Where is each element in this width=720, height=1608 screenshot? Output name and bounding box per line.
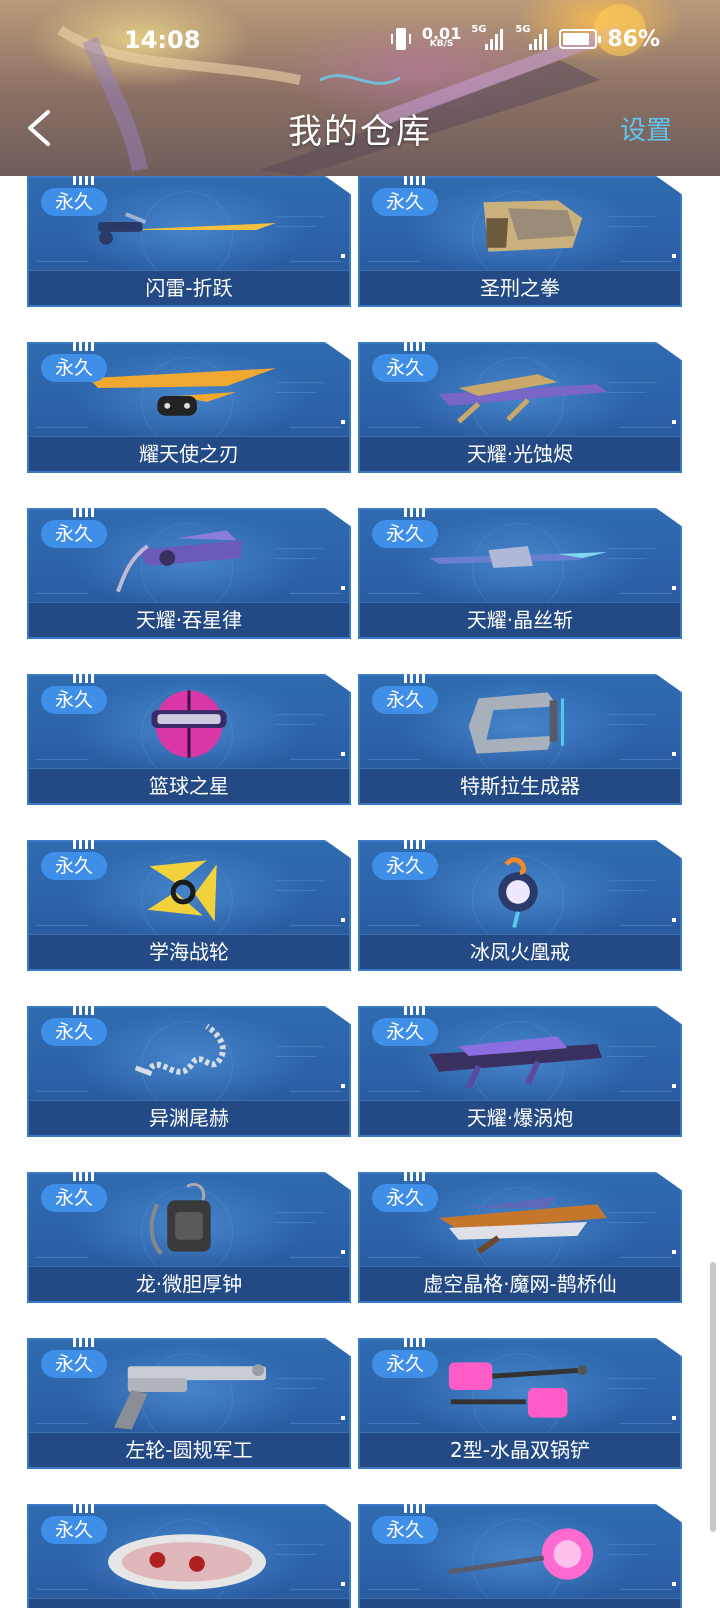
permanent-badge: 永久 (41, 1350, 108, 1378)
card-corner-mark (341, 1416, 345, 1420)
permanent-badge: 永久 (41, 852, 108, 880)
item-name: 天耀·晶丝斩 (360, 602, 680, 637)
item-name: 2型-水晶双锅铲 (360, 1432, 680, 1467)
item-card[interactable]: 永久天耀·晶丝斩 (358, 508, 682, 639)
page-title: 我的仓库 (288, 112, 432, 152)
item-name (360, 1598, 680, 1608)
card-corner-mark (672, 254, 676, 258)
item-card[interactable]: 永久异渊尾赫 (27, 1006, 351, 1137)
card-corner-mark (672, 1250, 676, 1254)
warehouse-grid: 永久 闪雷-折跃 永久 圣刑之拳 永久 耀天使之刃 永久 天耀·光蚀烬 永久 天耀·吞星律 永久 天耀… (0, 176, 720, 1608)
item-name (29, 1598, 349, 1608)
item-name: 天耀·光蚀烬 (360, 436, 680, 471)
permanent-badge: 永久 (372, 1018, 439, 1046)
item-card[interactable]: 永久特斯拉生成器 (358, 674, 682, 805)
net-speed-unit: KB/S (429, 39, 454, 49)
permanent-badge: 永久 (372, 1516, 439, 1544)
item-card[interactable]: 永久天耀·爆涡炮 (358, 1006, 682, 1137)
item-name: 圣刑之拳 (360, 270, 680, 305)
item-card[interactable]: 永久学海战轮 (27, 840, 351, 971)
status-icons: 0.01 KB/S 5G 5G 86% (390, 24, 660, 52)
vibrate-icon (390, 28, 411, 50)
item-card[interactable]: 永久闪雷-折跃 (27, 176, 351, 307)
item-card[interactable]: 永久 2型-水晶双锅铲 (358, 1338, 682, 1469)
card-corner-mark (341, 1582, 345, 1586)
item-name: 异渊尾赫 (29, 1100, 349, 1135)
card-corner-mark (672, 420, 676, 424)
permanent-badge: 永久 (372, 1184, 439, 1212)
item-card[interactable]: 永久 (358, 1504, 682, 1608)
signal-1-icon: 5G (471, 24, 505, 52)
card-corner-mark (672, 1582, 676, 1586)
item-card[interactable]: 永久冰凤火凰戒 (358, 840, 682, 971)
item-name: 天耀·吞星律 (29, 602, 349, 637)
item-name: 左轮-圆规军工 (29, 1432, 349, 1467)
item-name: 虚空晶格·魔网-鹊桥仙 (360, 1266, 680, 1301)
item-card[interactable]: 永久天耀·吞星律 (27, 508, 351, 639)
item-name: 学海战轮 (29, 934, 349, 969)
permanent-badge: 永久 (41, 686, 108, 714)
battery-icon (559, 29, 602, 49)
card-corner-mark (672, 918, 676, 922)
status-bar: 14:08 0.01 KB/S 5G 5G 86% (0, 22, 720, 62)
item-name: 特斯拉生成器 (360, 768, 680, 803)
item-name: 冰凤火凰戒 (360, 934, 680, 969)
permanent-badge: 永久 (41, 1516, 108, 1544)
item-card[interactable]: 永久圣刑之拳 (358, 176, 682, 307)
item-card[interactable]: 永久虚空晶格·魔网-鹊桥仙 (358, 1172, 682, 1303)
item-name: 天耀·爆涡炮 (360, 1100, 680, 1135)
permanent-badge: 永久 (372, 1350, 439, 1378)
item-card[interactable]: 永久天耀·光蚀烬 (358, 342, 682, 473)
header-banner: 14:08 0.01 KB/S 5G 5G 86% 我的仓库 设置 (0, 0, 720, 176)
item-card[interactable]: 永久左轮-圆规军工 (27, 1338, 351, 1469)
card-corner-mark (672, 1416, 676, 1420)
permanent-badge: 永久 (372, 188, 439, 216)
card-corner-mark (341, 1084, 345, 1088)
permanent-badge: 永久 (372, 852, 439, 880)
card-corner-mark (672, 752, 676, 756)
permanent-badge: 永久 (372, 354, 439, 382)
permanent-badge: 永久 (41, 1184, 108, 1212)
item-name: 闪雷-折跃 (29, 270, 349, 305)
battery-percent: 86% (607, 26, 660, 52)
permanent-badge: 永久 (41, 354, 108, 382)
item-name: 篮球之星 (29, 768, 349, 803)
item-card[interactable]: 永久耀天使之刃 (27, 342, 351, 473)
battery-fill (563, 33, 589, 45)
card-corner-mark (341, 420, 345, 424)
signal-2-icon: 5G (515, 24, 549, 52)
item-name: 龙·微胆厚钟 (29, 1266, 349, 1301)
scrollbar[interactable] (710, 1262, 716, 1532)
net-speed-value: 0.01 (421, 24, 462, 43)
status-time: 14:08 (124, 26, 201, 54)
card-corner-mark (672, 586, 676, 590)
item-card[interactable]: 永久篮球之星 (27, 674, 351, 805)
card-corner-mark (341, 1250, 345, 1254)
card-corner-mark (672, 1084, 676, 1088)
card-corner-mark (341, 586, 345, 590)
card-corner-mark (341, 254, 345, 258)
permanent-badge: 永久 (372, 520, 439, 548)
permanent-badge: 永久 (372, 686, 439, 714)
item-card[interactable]: 永久龙·微胆厚钟 (27, 1172, 351, 1303)
permanent-badge: 永久 (41, 1018, 108, 1046)
title-bar: 我的仓库 设置 (0, 98, 720, 158)
permanent-badge: 永久 (41, 188, 108, 216)
item-name: 耀天使之刃 (29, 436, 349, 471)
net-speed: 0.01 KB/S (421, 24, 462, 50)
card-corner-mark (341, 752, 345, 756)
card-corner-mark (341, 918, 345, 922)
permanent-badge: 永久 (41, 520, 108, 548)
item-card[interactable]: 永久 (27, 1504, 351, 1608)
settings-button[interactable]: 设置 (620, 110, 672, 147)
